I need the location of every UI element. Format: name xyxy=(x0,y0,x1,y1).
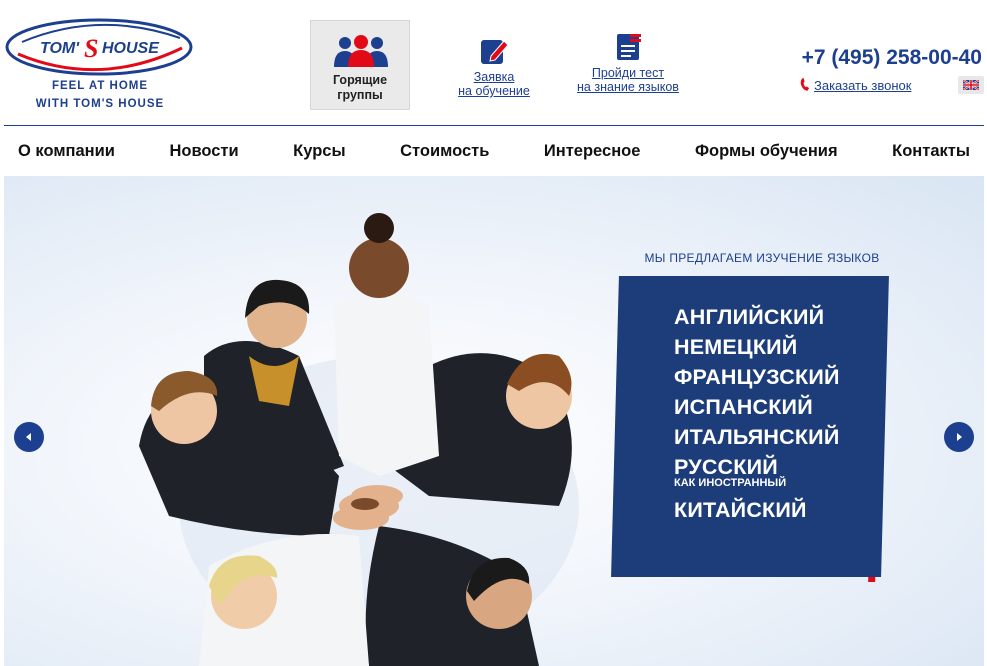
uk-flag-icon xyxy=(963,80,979,90)
apply-for-training-link[interactable]: Заявка на обучение xyxy=(455,36,533,98)
language-item[interactable]: АНГЛИЙСКИЙ xyxy=(674,302,840,332)
svg-text:HOUSE: HOUSE xyxy=(102,40,160,57)
test-label-2: на знание языков xyxy=(577,80,679,94)
languages-list: АНГЛИЙСКИЙ НЕМЕЦКИЙ ФРАНЦУЗСКИЙ ИСПАНСКИ… xyxy=(674,302,840,525)
language-switch-button[interactable] xyxy=(958,76,984,94)
offer-title: МЫ ПРЕДЛАГАЕМ ИЗУЧЕНИЕ ЯЗЫКОВ xyxy=(644,251,880,265)
language-item[interactable]: КИТАЙСКИЙ xyxy=(674,495,840,525)
request-callback-link[interactable]: Заказать звонок xyxy=(800,77,911,93)
svg-text:TOM': TOM' xyxy=(40,40,80,57)
russian-foreign-note: КАК ИНОСТРАННЫЙ xyxy=(674,477,787,489)
language-test-link[interactable]: Пройди тест на знание языков xyxy=(568,32,688,94)
logo-oval-icon: TOM' S HOUSE xyxy=(5,18,193,76)
svg-text:S: S xyxy=(84,34,98,63)
group-people-icon xyxy=(334,35,388,67)
logo-tagline-1: FEEL AT HOME xyxy=(51,80,149,92)
language-item[interactable]: ИСПАНСКИЙ xyxy=(674,392,840,422)
hot-groups-label: Горящие группы xyxy=(311,73,409,103)
phone-number[interactable]: +7 (495) 258-00-40 xyxy=(802,46,982,70)
language-item[interactable]: ИТАЛЬЯНСКИЙ xyxy=(674,422,840,452)
apply-label-1: Заявка xyxy=(473,70,515,84)
team-hands-together-image xyxy=(139,213,579,666)
hot-groups-button[interactable]: Горящие группы xyxy=(310,20,410,110)
language-item[interactable]: НЕМЕЦКИЙ xyxy=(674,332,840,362)
nav-item-interesting[interactable]: Интересное xyxy=(544,142,641,161)
nav-item-courses[interactable]: Курсы xyxy=(293,142,345,161)
nav-item-news[interactable]: Новости xyxy=(169,142,238,161)
chevron-left-icon xyxy=(26,433,31,441)
main-navigation: О компании Новости Курсы Стоимость Интер… xyxy=(4,126,984,176)
hot-groups-text: Горящие группы xyxy=(332,73,388,102)
test-label-1: Пройди тест xyxy=(591,66,665,80)
nav-item-pricing[interactable]: Стоимость xyxy=(400,142,489,161)
test-document-icon xyxy=(617,34,641,60)
language-item[interactable]: ФРАНЦУЗСКИЙ xyxy=(674,362,840,392)
slider-next-button[interactable] xyxy=(944,422,974,452)
nav-item-contacts[interactable]: Контакты xyxy=(892,142,970,161)
phone-handset-icon xyxy=(800,78,810,91)
logo-tagline-2: WITH TOM'S HOUSE xyxy=(35,98,165,110)
nav-item-about[interactable]: О компании xyxy=(18,142,115,161)
callback-label: Заказать звонок xyxy=(814,78,912,93)
chevron-right-icon xyxy=(957,433,962,441)
hero-slider: МЫ ПРЕДЛАГАЕМ ИЗУЧЕНИЕ ЯЗЫКОВ АНГЛИЙСКИЙ… xyxy=(4,176,984,666)
nav-item-study-forms[interactable]: Формы обучения xyxy=(695,142,838,161)
site-logo[interactable]: TOM' S HOUSE FEEL AT HOME WITH TOM'S HOU… xyxy=(4,16,196,116)
apply-label-2: на обучение xyxy=(458,84,530,98)
slider-prev-button[interactable] xyxy=(14,422,44,452)
pen-form-icon xyxy=(481,40,509,64)
